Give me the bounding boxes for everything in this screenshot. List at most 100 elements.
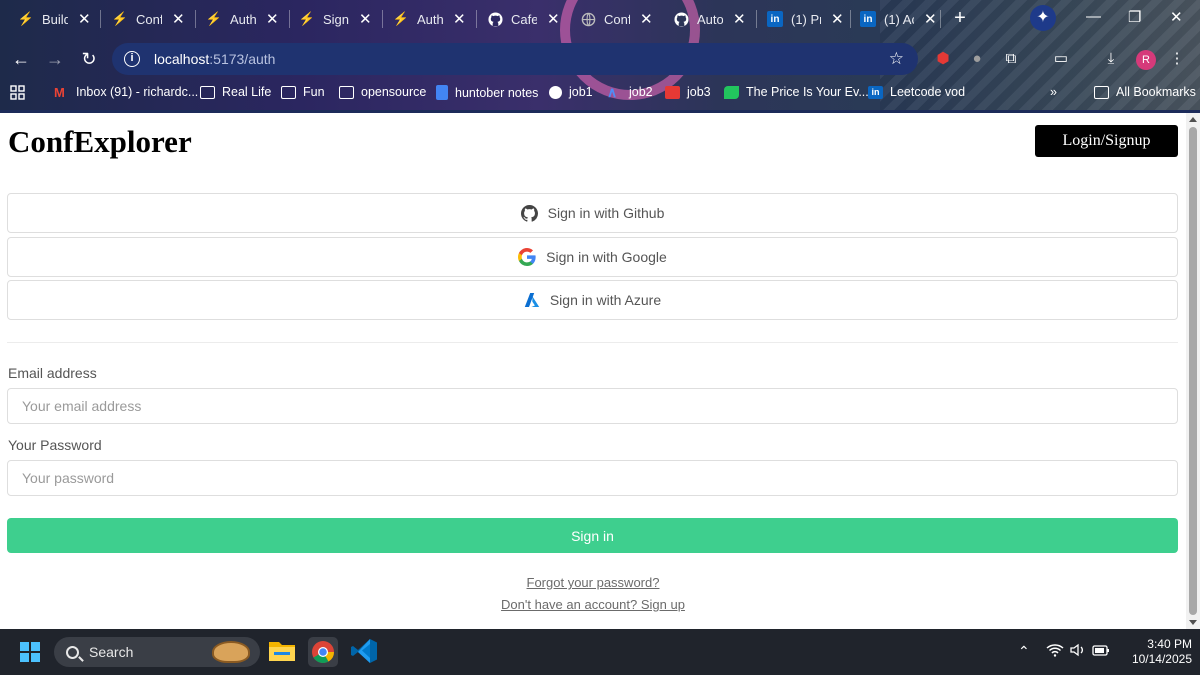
file-explorer-icon[interactable] xyxy=(268,637,298,667)
close-icon[interactable]: ✕ xyxy=(359,10,372,28)
job1-icon xyxy=(549,85,562,99)
windows-start-icon[interactable] xyxy=(20,642,40,662)
extensions-puzzle-icon[interactable]: ⧉ xyxy=(1002,50,1020,68)
vscode-icon[interactable] xyxy=(350,637,380,667)
browser-tab[interactable]: ⚡ Build ✕ xyxy=(18,6,91,32)
extension-icon[interactable]: ● xyxy=(968,50,986,68)
google-signin-button[interactable]: Sign in with Google xyxy=(7,237,1178,277)
bookmark-item[interactable]: job1 xyxy=(549,85,593,99)
browser-toolbar: ← → ↻ i localhost:5173/auth ☆ ⬢ ● ⧉ ▭ ⤓ … xyxy=(0,40,1200,78)
address-bar[interactable]: i localhost:5173/auth ☆ xyxy=(112,43,918,75)
minimize-icon[interactable]: — xyxy=(1086,8,1101,25)
more-bookmarks-chevron-icon[interactable]: » xyxy=(1050,85,1057,99)
password-label: Your Password xyxy=(8,437,102,453)
linkedin-icon: in xyxy=(767,11,783,27)
leaf-icon xyxy=(724,85,739,99)
new-tab-button[interactable]: + xyxy=(948,6,972,30)
apps-grid-icon[interactable] xyxy=(10,85,25,100)
download-icon[interactable]: ⤓ xyxy=(1102,50,1120,68)
reload-icon[interactable]: ↻ xyxy=(78,48,100,70)
bookmark-folder[interactable]: Fun xyxy=(281,85,325,99)
bolt-icon: ⚡ xyxy=(299,11,316,26)
login-signup-button[interactable]: Login/Signup xyxy=(1035,125,1178,157)
bolt-icon: ⚡ xyxy=(112,11,129,26)
close-icon[interactable]: ✕ xyxy=(547,10,560,28)
close-icon[interactable]: ✕ xyxy=(172,10,185,28)
browser-tab[interactable]: ⚡ Authe ✕ xyxy=(206,6,279,32)
close-icon[interactable]: ✕ xyxy=(640,10,653,28)
scroll-down-arrow-icon[interactable] xyxy=(1189,620,1197,625)
scroll-up-arrow-icon[interactable] xyxy=(1189,117,1197,122)
restore-icon[interactable]: ❐ xyxy=(1128,8,1141,26)
folder-icon xyxy=(339,85,354,99)
all-bookmarks-button[interactable]: All Bookmarks xyxy=(1094,85,1196,99)
close-icon[interactable]: ✕ xyxy=(924,10,937,28)
browser-tab-active[interactable]: Confi ✕ xyxy=(580,6,653,32)
github-icon xyxy=(487,11,503,27)
browser-tab[interactable]: in (1) Pr ✕ xyxy=(767,6,844,32)
browser-tab[interactable]: Auto ✕ xyxy=(673,6,746,32)
linkedin-icon: in xyxy=(860,11,876,27)
bookmark-item[interactable]: huntober notes xyxy=(436,85,538,100)
tray-chevron-up-icon[interactable]: ⌃ xyxy=(1018,643,1030,660)
bookmark-star-icon[interactable]: ☆ xyxy=(889,49,904,69)
browser-tab[interactable]: ⚡ Authe ✕ xyxy=(393,6,466,32)
bookmark-folder[interactable]: opensource xyxy=(339,85,426,99)
cast-icon[interactable]: ▭ xyxy=(1052,50,1070,68)
scrollbar-thumb[interactable] xyxy=(1189,127,1197,615)
tab-divider xyxy=(100,10,101,28)
sign-in-button[interactable]: Sign in xyxy=(7,518,1178,553)
bookmark-item[interactable]: ∧ job2 xyxy=(607,85,653,100)
forgot-password-link[interactable]: Forgot your password? xyxy=(0,575,1186,590)
bolt-icon: ⚡ xyxy=(18,11,35,26)
tab-divider xyxy=(195,10,196,28)
site-info-icon[interactable]: i xyxy=(124,51,140,67)
browser-tab[interactable]: ⚡ Confi ✕ xyxy=(112,6,185,32)
google-icon xyxy=(518,248,536,266)
password-input[interactable] xyxy=(7,460,1178,496)
profile-avatar[interactable]: R xyxy=(1136,50,1156,70)
back-arrow-icon[interactable]: ← xyxy=(10,48,32,70)
azure-icon xyxy=(524,293,540,307)
page-scrollbar[interactable] xyxy=(1186,113,1200,629)
forward-arrow-icon[interactable]: → xyxy=(44,48,66,70)
folder-icon xyxy=(1094,85,1109,99)
close-window-icon[interactable]: ✕ xyxy=(1170,8,1183,26)
extension-shield-icon[interactable]: ⬢ xyxy=(934,50,952,68)
gemini-icon[interactable]: ✦ xyxy=(1030,5,1056,31)
tab-divider xyxy=(756,10,757,28)
taskbar-clock[interactable]: 3:40 PM 10/14/2025 xyxy=(1118,637,1192,667)
clock-time: 3:40 PM xyxy=(1147,637,1192,651)
bookmark-item[interactable]: The Price Is Your Ev... xyxy=(724,85,869,99)
email-label: Email address xyxy=(8,365,97,381)
windows-taskbar: Search ⌃ 3:40 PM 10/14/2025 xyxy=(0,629,1200,675)
menu-kebab-icon[interactable]: ⋮ xyxy=(1168,50,1186,68)
url-text: localhost:5173/auth xyxy=(154,51,276,67)
chrome-icon[interactable] xyxy=(308,637,338,667)
browser-tab[interactable]: in (1) Ac ✕ xyxy=(860,6,937,32)
close-icon[interactable]: ✕ xyxy=(78,10,91,28)
bookmark-folder[interactable]: Real Life xyxy=(200,85,271,99)
azure-signin-button[interactable]: Sign in with Azure xyxy=(7,280,1178,320)
close-icon[interactable]: ✕ xyxy=(266,10,279,28)
close-icon[interactable]: ✕ xyxy=(831,10,844,28)
github-icon xyxy=(673,11,689,27)
github-icon xyxy=(520,204,538,222)
auth-page: ConfExplorer Login/Signup Sign in with G… xyxy=(0,113,1186,629)
close-icon[interactable]: ✕ xyxy=(453,10,466,28)
volume-icon[interactable] xyxy=(1070,643,1086,660)
bookmark-item[interactable]: in Leetcode vod xyxy=(868,85,965,99)
wifi-icon[interactable] xyxy=(1046,643,1064,660)
close-icon[interactable]: ✕ xyxy=(733,10,746,28)
github-signin-button[interactable]: Sign in with Github xyxy=(7,193,1178,233)
battery-icon[interactable] xyxy=(1092,643,1110,660)
browser-tab[interactable]: CafeL ✕ xyxy=(487,6,560,32)
bookmark-item[interactable]: job3 xyxy=(665,85,711,99)
bookmark-item[interactable]: M Inbox (91) - richardc... xyxy=(54,85,198,99)
gmail-icon: M xyxy=(54,84,65,100)
folder-icon xyxy=(200,85,215,99)
email-input[interactable] xyxy=(7,388,1178,424)
browser-tab[interactable]: ⚡ Signi ✕ xyxy=(299,6,372,32)
sign-up-link[interactable]: Don't have an account? Sign up xyxy=(0,597,1186,612)
tab-divider xyxy=(289,10,290,28)
